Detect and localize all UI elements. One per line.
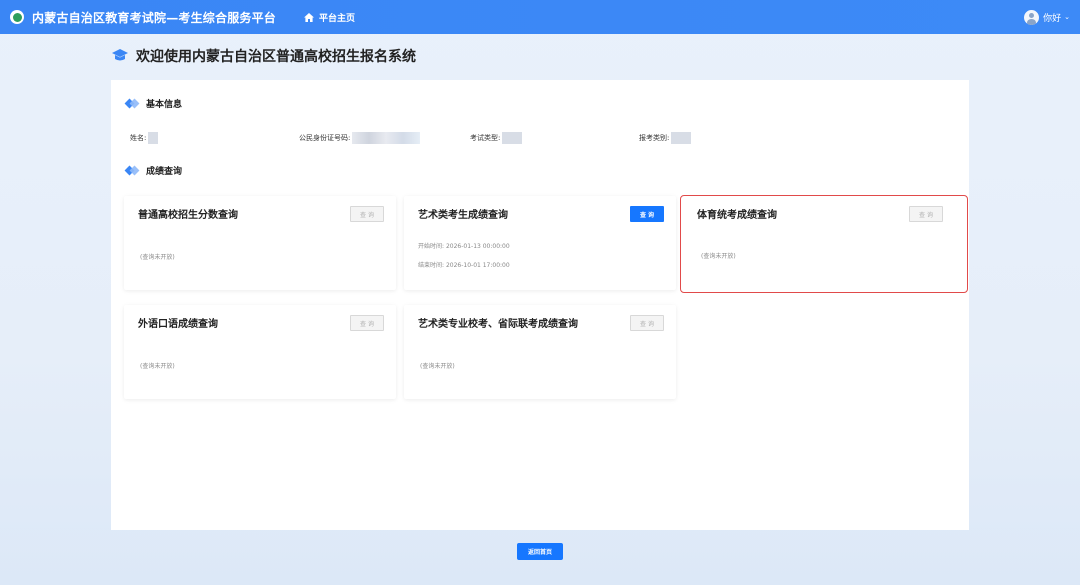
- category-label: 报考类别:: [639, 134, 670, 142]
- name-value-redacted: [148, 132, 159, 144]
- score-card-sports: 体育统考成绩查询 查 询 (查询未开放): [680, 195, 968, 293]
- name-label: 姓名:: [130, 134, 147, 142]
- graduation-cap-icon: [112, 49, 128, 61]
- chevron-down-icon: ⌄: [1064, 13, 1070, 21]
- category-field: 报考类别:: [639, 132, 692, 144]
- page-title: 欢迎使用内蒙古自治区普通高校招生报名系统: [136, 49, 416, 65]
- main-panel: 基本信息 姓名: 公民身份证号码: 考试类型: 报考类别: 成绩查询 普通高校招…: [111, 80, 969, 530]
- query-button-disabled[interactable]: 查 询: [909, 206, 943, 222]
- id-label: 公民身份证号码:: [299, 134, 351, 142]
- card-note: (查询未开放): [140, 363, 175, 370]
- exam-type-field: 考试类型:: [470, 132, 523, 144]
- name-field: 姓名:: [130, 132, 159, 144]
- id-value-redacted: [352, 132, 421, 144]
- query-button-disabled[interactable]: 查 询: [350, 315, 384, 331]
- query-button[interactable]: 查 询: [630, 206, 664, 222]
- category-value-redacted: [671, 132, 692, 144]
- user-menu[interactable]: 你好 ⌄: [1024, 0, 1070, 34]
- card-note: (查询未开放): [140, 254, 175, 261]
- start-time-label: 开始时间:: [418, 243, 445, 250]
- end-time-value: 2026-10-01 17:00:00: [445, 262, 510, 269]
- start-time: 开始时间: 2026-01-13 00:00:00: [418, 241, 510, 250]
- card-title: 艺术类专业校考、省际联考成绩查询: [418, 319, 578, 330]
- card-title: 普通高校招生分数查询: [138, 210, 238, 221]
- query-button-disabled[interactable]: 查 询: [630, 315, 664, 331]
- exam-type-label: 考试类型:: [470, 134, 501, 142]
- card-title: 体育统考成绩查询: [697, 210, 777, 221]
- basic-info-row: 姓名: 公民身份证号码: 考试类型: 报考类别:: [111, 132, 969, 146]
- start-time-value: 2026-01-13 00:00:00: [445, 243, 510, 250]
- diamond-icon: [124, 98, 140, 109]
- card-note: (查询未开放): [701, 253, 736, 260]
- end-time: 结束时间: 2026-10-01 17:00:00: [418, 260, 510, 269]
- score-query-heading: 成绩查询: [124, 164, 183, 177]
- card-note: (查询未开放): [420, 363, 455, 370]
- nav-home-link[interactable]: 平台主页: [304, 11, 355, 24]
- exam-type-value-redacted: [502, 132, 523, 144]
- back-to-home-button[interactable]: 返回首页: [517, 543, 563, 560]
- page-heading: 欢迎使用内蒙古自治区普通高校招生报名系统: [112, 46, 416, 66]
- card-title: 艺术类考生成绩查询: [418, 210, 508, 221]
- card-title: 外语口语成绩查询: [138, 319, 218, 330]
- score-query-heading-label: 成绩查询: [146, 167, 183, 177]
- query-button-disabled[interactable]: 查 询: [350, 206, 384, 222]
- top-bar: 内蒙古自治区教育考试院—考生综合服务平台 平台主页 你好 ⌄: [0, 0, 1080, 34]
- score-card-oral-english: 外语口语成绩查询 查 询 (查询未开放): [124, 305, 396, 399]
- id-field: 公民身份证号码:: [299, 132, 421, 144]
- logo-icon: [10, 10, 24, 24]
- basic-info-heading: 基本信息: [124, 97, 183, 110]
- site-title: 内蒙古自治区教育考试院—考生综合服务平台: [32, 10, 277, 25]
- diamond-icon: [124, 165, 140, 176]
- score-card-art: 艺术类考生成绩查询 查 询 开始时间: 2026-01-13 00:00:00 …: [404, 196, 676, 290]
- end-time-label: 结束时间:: [418, 262, 445, 269]
- score-card-general: 普通高校招生分数查询 查 询 (查询未开放): [124, 196, 396, 290]
- home-icon: [304, 12, 315, 22]
- basic-info-heading-label: 基本信息: [146, 100, 183, 110]
- nav-home-label: 平台主页: [319, 13, 356, 24]
- score-card-art-school-exam: 艺术类专业校考、省际联考成绩查询 查 询 (查询未开放): [404, 305, 676, 399]
- user-greeting: 你好: [1043, 13, 1062, 24]
- avatar: [1024, 9, 1040, 25]
